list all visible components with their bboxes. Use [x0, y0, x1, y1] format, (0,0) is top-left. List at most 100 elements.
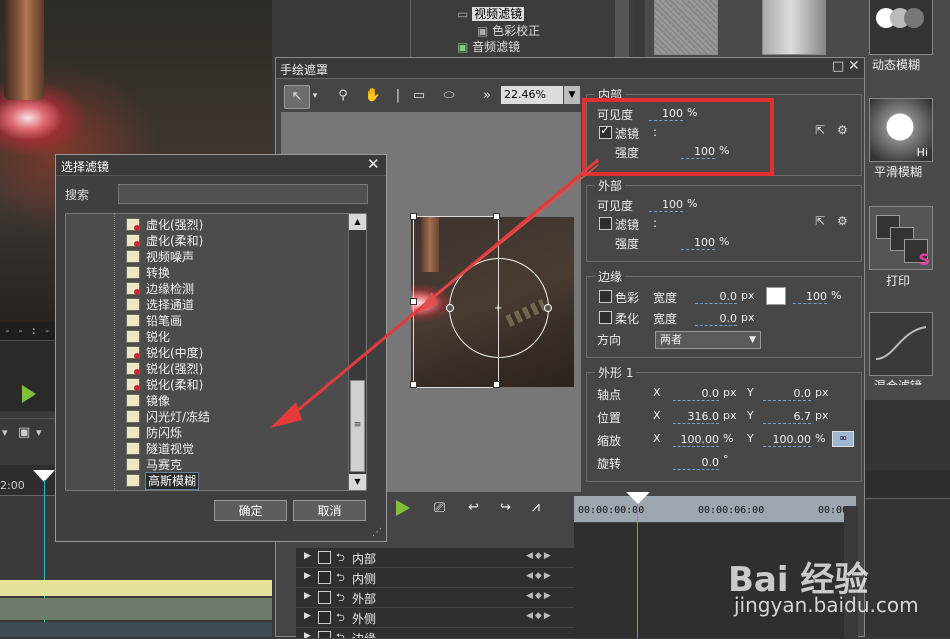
- track-checkbox[interactable]: [318, 571, 331, 584]
- effect-thumb-print[interactable]: S: [869, 206, 933, 270]
- menu-arrow-icon[interactable]: ▾: [2, 426, 8, 439]
- position-y-field[interactable]: 6.7: [763, 410, 811, 424]
- filter-list-item[interactable]: 锐化: [126, 329, 326, 345]
- play-icon[interactable]: [396, 500, 410, 516]
- timeline-clip-yellow[interactable]: [0, 580, 272, 596]
- resize-handle[interactable]: [493, 213, 500, 220]
- open-filter-icon[interactable]: ⇱: [815, 123, 825, 137]
- select-dropdown-icon[interactable]: ▾: [309, 85, 321, 107]
- expand-icon[interactable]: ▶: [304, 631, 311, 638]
- keyframe-nav-icon[interactable]: ◀◆▶: [526, 611, 553, 621]
- filter-settings-icon[interactable]: ⚙: [837, 214, 848, 228]
- fit-icon[interactable]: »: [475, 85, 499, 107]
- loop-icon[interactable]: ⎚: [434, 500, 445, 516]
- ellipse-tool-icon[interactable]: ⬭: [437, 85, 461, 107]
- tree-item-audio-filter[interactable]: ▣ 音频滤镜: [457, 38, 520, 55]
- tree-item-color-correction[interactable]: ▣ 色彩校正: [477, 22, 540, 39]
- ok-button[interactable]: 确定: [214, 500, 287, 521]
- resize-handle[interactable]: [410, 213, 417, 220]
- outer-strength-field[interactable]: 100: [681, 236, 715, 250]
- keyframe-nav-icon[interactable]: ◀◆▶: [526, 571, 553, 581]
- effect-thumb-noise[interactable]: [654, 0, 718, 55]
- direction-select[interactable]: 两者 ▼: [655, 331, 761, 349]
- filter-list-item[interactable]: 转换: [126, 265, 326, 281]
- effect-thumb-mix[interactable]: [869, 312, 933, 376]
- shape-control-point[interactable]: [446, 304, 454, 312]
- track-checkbox[interactable]: [318, 591, 331, 604]
- scroll-up-icon[interactable]: ▲: [349, 214, 366, 230]
- track-checkbox[interactable]: [318, 631, 331, 638]
- edge-color-swatch[interactable]: [766, 287, 786, 305]
- effect-thumb-wave[interactable]: [762, 0, 826, 55]
- scroll-down-icon[interactable]: ▼: [349, 474, 366, 490]
- prev-key-icon[interactable]: ↩: [468, 500, 479, 515]
- search-input[interactable]: [118, 184, 368, 204]
- open-filter-icon[interactable]: ⇱: [815, 214, 825, 228]
- effect-thumb-smooth-blur[interactable]: Hi: [869, 98, 933, 162]
- track-checkbox[interactable]: [318, 551, 331, 564]
- rectangle-tool-icon[interactable]: ▭: [407, 85, 431, 107]
- shape-control-point[interactable]: [544, 304, 552, 312]
- filter-list-item[interactable]: 高斯模糊: [126, 472, 326, 490]
- expand-icon[interactable]: ▶: [304, 591, 311, 601]
- filter-list-item[interactable]: 虚化(柔和): [126, 233, 326, 249]
- list-scrollbar[interactable]: ▲ ≡ ▼: [348, 214, 366, 490]
- select-tool-icon[interactable]: ↖: [284, 85, 310, 109]
- zoom-input[interactable]: 22.46%: [501, 86, 563, 104]
- expand-icon[interactable]: ▶: [304, 571, 311, 581]
- resize-grip-icon[interactable]: ⋰: [372, 527, 382, 538]
- timeline-clip-blue[interactable]: [0, 622, 272, 637]
- expand-icon[interactable]: ▶: [304, 611, 311, 621]
- edge-soft-width-field[interactable]: 0.0: [695, 312, 737, 326]
- edge-color-checkbox[interactable]: [599, 290, 612, 303]
- cancel-button[interactable]: 取消: [293, 500, 366, 521]
- track-checkbox[interactable]: [318, 611, 331, 624]
- edge-soft-checkbox[interactable]: [599, 311, 612, 324]
- keyframe-playhead[interactable]: [626, 492, 650, 504]
- track-row[interactable]: ▶ ⮌ 内部 ◀◆▶: [296, 548, 574, 568]
- keyframe-ruler[interactable]: 00:00:00:00 00:00:06:00 00:00:: [574, 496, 856, 522]
- filter-list-item[interactable]: 闪光灯/冻结: [126, 409, 326, 425]
- outer-visibility-field[interactable]: 100: [649, 198, 683, 212]
- filter-list-item[interactable]: 锐化(柔和): [126, 377, 326, 393]
- filter-list-item[interactable]: 防闪烁: [126, 425, 326, 441]
- scale-x-field[interactable]: 100.00: [673, 433, 719, 447]
- zoom-tool-icon[interactable]: ⚲: [331, 85, 355, 107]
- expand-icon[interactable]: ▶: [304, 551, 311, 561]
- resize-handle[interactable]: [493, 381, 500, 388]
- track-row[interactable]: ▶ ⮌ 外部 ◀◆▶: [296, 588, 574, 608]
- filter-list-item[interactable]: 马赛克: [126, 457, 326, 473]
- position-x-field[interactable]: 316.0: [673, 410, 719, 424]
- track-row[interactable]: ▶ ⮌ 内侧 ◀◆▶: [296, 568, 574, 588]
- outer-filter-checkbox[interactable]: [599, 217, 612, 230]
- filter-list-item[interactable]: 锐化(中度): [126, 345, 326, 361]
- track-row[interactable]: ▶ ⮌ 外侧 ◀◆▶: [296, 608, 574, 628]
- maximize-icon[interactable]: □: [832, 59, 844, 74]
- filter-list-item[interactable]: 虚化(强烈): [126, 217, 326, 233]
- filter-list-item[interactable]: 隧道视觉: [126, 441, 326, 457]
- filter-list-item[interactable]: 选择通道: [126, 297, 326, 313]
- filter-list-item[interactable]: 镜像: [126, 393, 326, 409]
- rotation-field[interactable]: 0.0: [673, 456, 719, 470]
- edge-opacity-field[interactable]: 100: [793, 290, 827, 304]
- filter-list-item[interactable]: 铅笔画: [126, 313, 326, 329]
- tree-scrollbar[interactable]: [615, 0, 629, 60]
- filter-list-item[interactable]: 边缘检测: [126, 281, 326, 297]
- next-key-icon[interactable]: ↪: [500, 500, 511, 515]
- track-row[interactable]: ▶ ⮌ 边缘: [296, 628, 574, 639]
- close-icon[interactable]: ✕: [367, 155, 380, 173]
- scroll-thumb[interactable]: ≡: [350, 380, 365, 472]
- effect-thumb-motion-blur[interactable]: [869, 0, 933, 55]
- play-icon[interactable]: [22, 385, 36, 403]
- tree-item-video-filter[interactable]: ▭ 视频滤镜: [457, 5, 525, 22]
- dialog-titlebar[interactable]: 手绘遮罩 □ ✕: [276, 58, 864, 79]
- save-dropdown-icon[interactable]: ▾: [36, 426, 42, 439]
- edge-color-width-field[interactable]: 0.0: [695, 290, 737, 304]
- scale-y-field[interactable]: 100.00: [763, 433, 811, 447]
- keyframe-nav-icon[interactable]: ◀◆▶: [526, 591, 553, 601]
- graph-icon[interactable]: ⩘: [532, 499, 540, 515]
- link-scale-icon[interactable]: ∞: [832, 431, 854, 447]
- anchor-y-field[interactable]: 0.0: [763, 387, 811, 401]
- save-icon[interactable]: ▣: [18, 425, 30, 440]
- timeline-clip-green[interactable]: [0, 598, 272, 620]
